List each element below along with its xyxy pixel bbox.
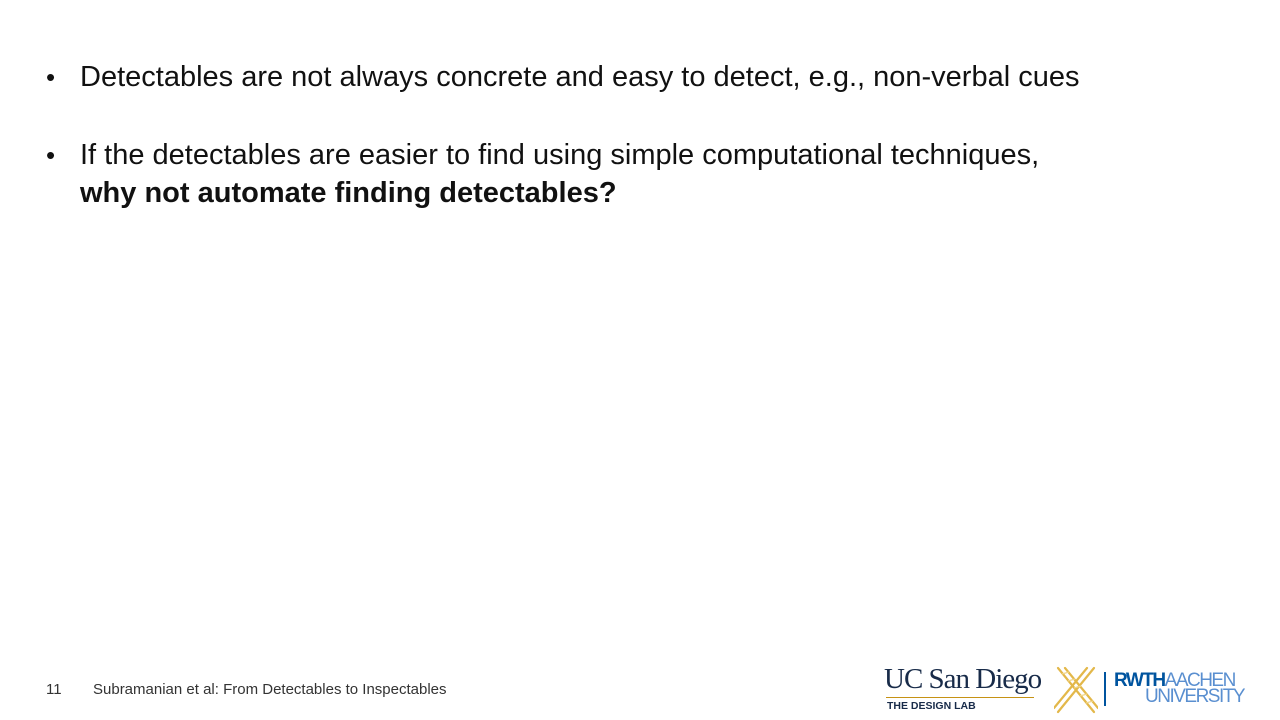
logo-divider (1104, 672, 1106, 706)
bullet-list: • Detectables are not always concrete an… (46, 58, 1246, 212)
bullet-marker: • (46, 140, 56, 170)
footer-citation: Subramanian et al: From Detectables to I… (93, 681, 447, 698)
bullet-text: If the detectables are easier to find us… (80, 139, 1040, 171)
bullet-item-1: • Detectables are not always concrete an… (46, 58, 1246, 96)
bullet-bold-question: why not automate finding detectables? (80, 177, 617, 209)
slide: • Detectables are not always concrete an… (0, 0, 1280, 720)
rwth-aachen-logo: RWTHAACHEN UNIVERSITY (1114, 671, 1246, 709)
bullet-item-2: • If the detectables are easier to find … (46, 136, 1246, 212)
ucsd-divider-line (886, 697, 1034, 698)
ucsd-design-lab-logo: UC San Diego THE DESIGN LAB (884, 664, 1042, 714)
design-lab-label: THE DESIGN LAB (887, 700, 976, 712)
slide-number: 11 (46, 681, 62, 698)
footer-logos: UC San Diego THE DESIGN LAB RWTHAACHEN U… (884, 664, 1246, 716)
university-label: UNIVERSITY (1145, 686, 1246, 707)
bullet-marker: • (46, 62, 56, 92)
x-mark-icon (1054, 666, 1098, 714)
ucsd-wordmark: UC San Diego (884, 663, 1042, 695)
bullet-text: Detectables are not always concrete and … (80, 61, 1080, 93)
